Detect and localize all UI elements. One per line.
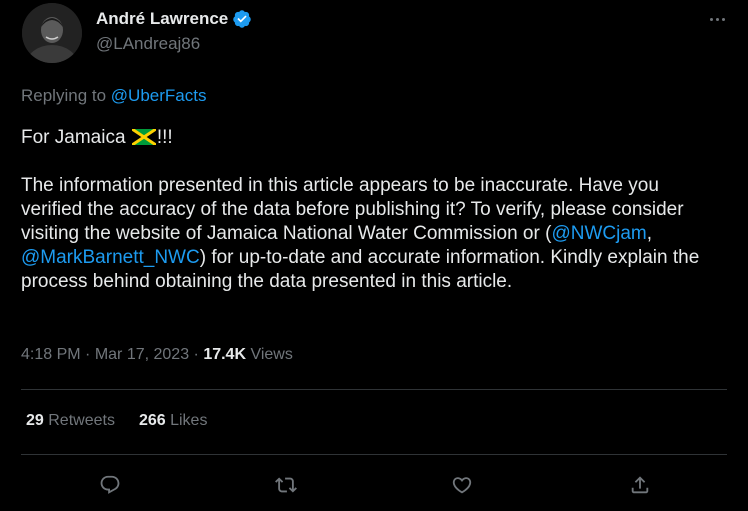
views-label: Views <box>246 346 293 363</box>
author-name[interactable]: André Lawrence <box>96 9 228 29</box>
retweet-button[interactable] <box>272 471 300 499</box>
retweets-count: 29 <box>26 412 44 429</box>
likes-count: 266 <box>138 412 166 429</box>
tweet-stats: 29 Retweets 266 Likes <box>26 412 207 430</box>
retweets-label: Retweets <box>43 412 115 429</box>
replying-to-link[interactable]: @UberFacts <box>111 86 207 105</box>
divider <box>21 454 727 455</box>
author-handle[interactable]: @LAndreaj86 <box>96 34 200 54</box>
like-button[interactable] <box>448 471 476 499</box>
heart-icon <box>452 477 472 494</box>
line1-text: For Jamaica <box>21 127 131 148</box>
reply-icon <box>100 475 120 494</box>
more-horizontal-icon <box>709 17 713 21</box>
meta-separator: · <box>189 346 204 363</box>
likes-stat[interactable]: 266 Likes <box>139 412 208 430</box>
author-name-row: André Lawrence <box>96 8 252 30</box>
tweet-text: For Jamaica !!! The information presente… <box>21 126 721 294</box>
jamaica-flag-icon <box>130 127 157 147</box>
avatar[interactable] <box>22 3 82 63</box>
tweet-line1: For Jamaica !!! <box>21 126 721 150</box>
avatar-image <box>22 3 82 63</box>
retweet-icon <box>275 477 297 493</box>
share-icon <box>631 476 649 494</box>
meta-separator: · <box>80 346 95 363</box>
replying-to: Replying to @UberFacts <box>21 86 206 106</box>
more-dot <box>721 17 725 21</box>
mention-nwcjam[interactable]: @NWCjam <box>551 223 646 244</box>
tweet-time[interactable]: 4:18 PM <box>21 346 81 363</box>
reply-button[interactable] <box>96 471 124 499</box>
tweet-meta: 4:18 PM · Mar 17, 2023 · 17.4K Views <box>21 346 293 364</box>
tweet: André Lawrence @LAndreaj86 Replying to @… <box>0 0 748 511</box>
more-dot <box>715 17 719 21</box>
divider <box>21 389 727 390</box>
likes-label: Likes <box>165 412 208 429</box>
more-options-button[interactable] <box>702 8 732 30</box>
retweets-stat[interactable]: 29 Retweets <box>26 412 115 430</box>
tweet-paragraph: The information presented in this articl… <box>21 174 721 294</box>
share-button[interactable] <box>626 471 654 499</box>
replying-prefix: Replying to <box>21 86 111 105</box>
views-count: 17.4K <box>203 346 247 363</box>
mention-markbarnett[interactable]: @MarkBarnett_NWC <box>21 247 200 268</box>
verified-badge-icon <box>232 9 252 29</box>
line1-suffix: !!! <box>156 127 173 148</box>
mention-separator: , <box>646 223 652 244</box>
tweet-date[interactable]: Mar 17, 2023 <box>95 346 189 363</box>
